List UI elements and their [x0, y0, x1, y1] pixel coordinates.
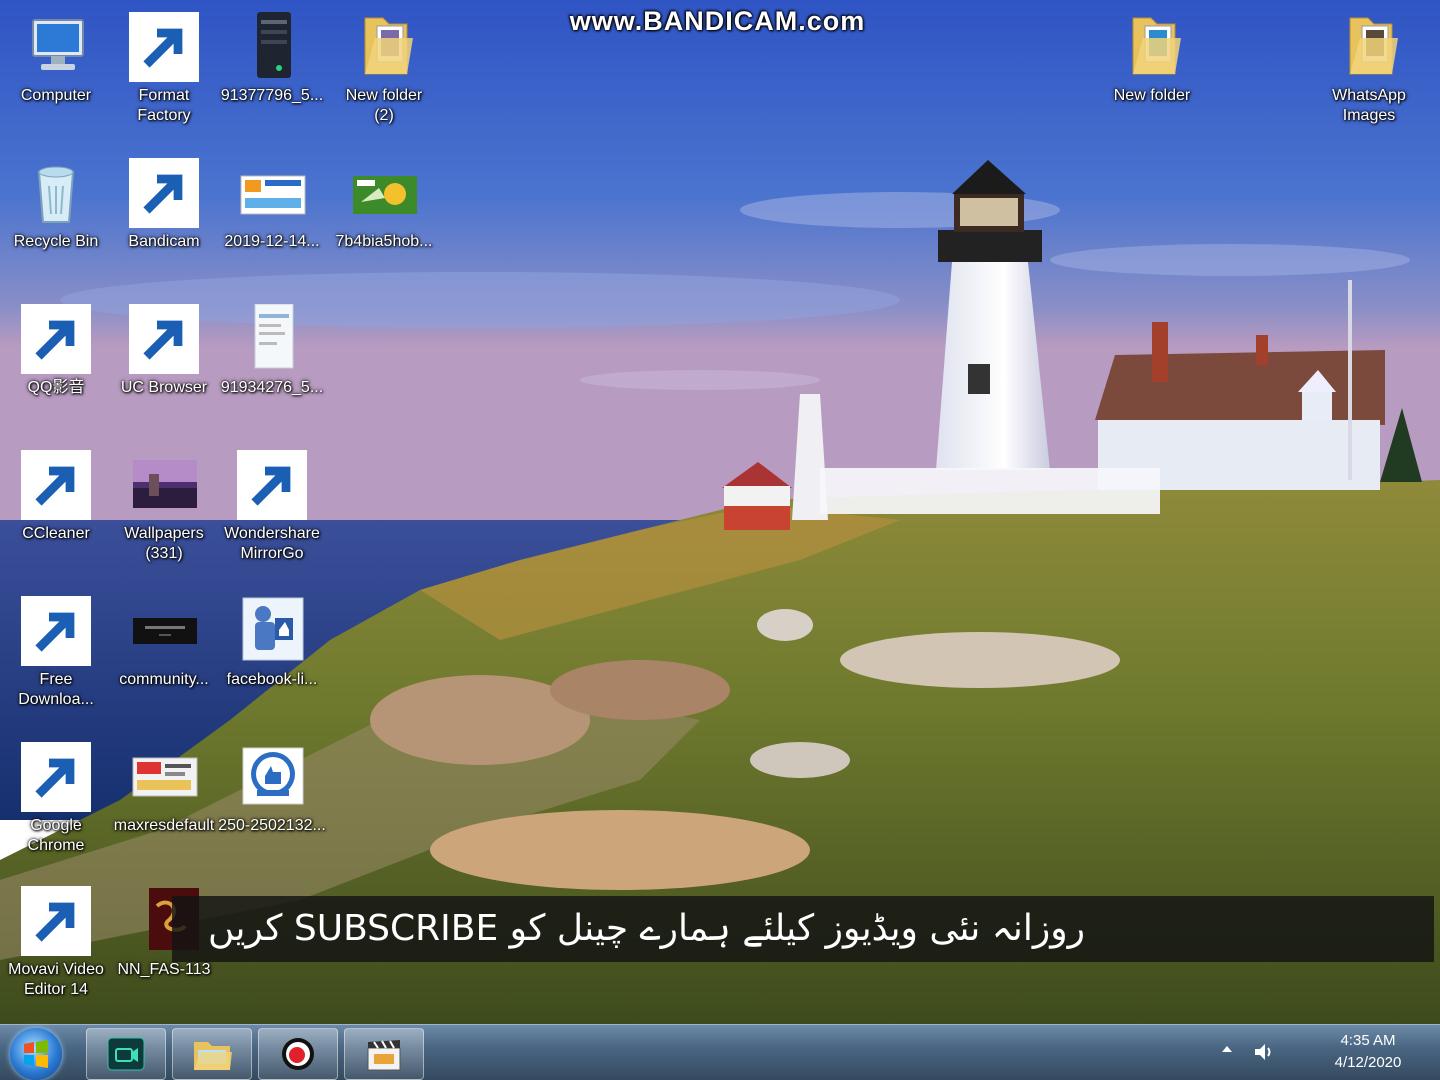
ccleaner-icon	[21, 450, 91, 520]
desktop-icon-whatsapp-images[interactable]: WhatsApp Images	[1313, 12, 1425, 126]
desktop-icon-facebook[interactable]: facebook-li...	[216, 596, 328, 690]
desktop-icon-community[interactable]: community...	[108, 596, 220, 690]
desktop-icon-bandicam[interactable]: Bandicam	[108, 158, 220, 252]
clock-time: 4:35 AM	[1340, 1032, 1396, 1049]
desktop-icon-label: 7b4bia5hob...	[335, 233, 433, 250]
format-factory-icon	[129, 12, 199, 82]
uc-browser-icon	[129, 304, 199, 374]
desktop-icon-label: WhatsApp Images	[1332, 87, 1406, 124]
desktop-icon-label: CCleaner	[22, 525, 90, 542]
desktop-icon-image-2019[interactable]: 2019-12-14...	[216, 158, 328, 252]
video-clapper-icon	[367, 1040, 401, 1071]
shortcut-arrow-icon	[129, 158, 199, 228]
subscribe-banner-text: روزانہ نئی ویڈیوز کیلئے ہمارے چینل کو SU…	[208, 908, 1085, 949]
volume-icon[interactable]	[1252, 1040, 1276, 1064]
desktop-icon-label: 2019-12-14...	[224, 233, 320, 250]
taskbar	[0, 1024, 1440, 1080]
explorer-icon	[194, 1042, 232, 1070]
desktop-icon-google-chrome[interactable]: Google Chrome	[0, 742, 112, 856]
image-thumbnail-icon	[129, 742, 199, 812]
desktop-icon-label: 91377796_5...	[220, 87, 324, 104]
desktop-icon-wondershare[interactable]: Wondershare MirrorGo	[216, 450, 328, 564]
desktop-icon-label: Free Downloa...	[18, 671, 94, 708]
clock-date: 4/12/2020	[1334, 1054, 1402, 1071]
taskbar-clock[interactable]: 4:35 AM 4/12/2020	[1318, 1030, 1418, 1074]
shortcut-arrow-icon	[21, 304, 91, 374]
folder-icon	[1117, 12, 1187, 82]
shortcut-arrow-icon	[129, 12, 199, 82]
desktop-icon-format-factory[interactable]: Format Factory	[108, 12, 220, 126]
desktop-icon-label: maxresdefault	[113, 817, 215, 834]
shortcut-arrow-icon	[21, 450, 91, 520]
image-thumbnail-icon	[237, 12, 307, 82]
desktop-icon-label: Format Factory	[137, 87, 191, 124]
image-thumbnail-icon	[129, 596, 199, 666]
shortcut-arrow-icon	[129, 304, 199, 374]
desktop-icon-label: New folder (2)	[345, 87, 423, 124]
desktop-icon-label: NN_FAS-113	[117, 961, 211, 978]
wondershare-mirrorgo-icon	[237, 450, 307, 520]
recycle-bin-icon	[21, 158, 91, 228]
folder-icon	[1334, 12, 1404, 82]
folder-icon	[349, 12, 419, 82]
movavi-icon	[107, 1037, 145, 1071]
desktop-icon-label: Wondershare MirrorGo	[224, 525, 320, 562]
image-thumbnail-icon	[349, 158, 419, 228]
desktop-icon-wallpapers[interactable]: Wallpapers (331)	[108, 450, 220, 564]
desktop-icon-label: Wallpapers (331)	[124, 525, 204, 562]
desktop-icon-movavi[interactable]: Movavi Video Editor 14	[0, 886, 112, 1000]
desktop-icon-computer[interactable]: Computer	[0, 12, 112, 106]
desktop-icon-label: Google Chrome	[27, 817, 85, 854]
desktop-icon-label: Computer	[20, 87, 92, 104]
taskbar-button-explorer[interactable]	[172, 1028, 252, 1080]
movavi-video-editor-icon	[21, 886, 91, 956]
desktop-icon-file-91377796[interactable]: 91377796_5...	[216, 12, 328, 106]
desktop-icon-image-7b4[interactable]: 7b4bia5hob...	[328, 158, 440, 252]
start-button[interactable]	[10, 1028, 62, 1080]
qq-player-icon	[21, 304, 91, 374]
wallpaper-thumbnail-icon	[129, 450, 199, 520]
desktop-icon-file-250[interactable]: 250-2502132...	[216, 742, 328, 836]
show-hidden-icons-arrow[interactable]	[1222, 1046, 1232, 1052]
taskbar-button-movavi[interactable]	[86, 1028, 166, 1080]
computer-icon	[21, 12, 91, 82]
bandicam-watermark: www.BANDICAM.com	[569, 6, 866, 36]
desktop-icon-ccleaner[interactable]: CCleaner	[0, 450, 112, 544]
image-thumbnail-icon	[237, 742, 307, 812]
desktop-icon-file-91934276[interactable]: 91934276_5...	[216, 304, 328, 398]
desktop[interactable]: www.BANDICAM.com Computer Recycle Bin QQ…	[0, 0, 1440, 1080]
shortcut-arrow-icon	[21, 742, 91, 812]
image-thumbnail-icon	[237, 596, 307, 666]
desktop-icon-new-folder[interactable]: New folder	[1096, 12, 1208, 106]
desktop-icon-label: community...	[119, 671, 209, 688]
shortcut-arrow-icon	[237, 450, 307, 520]
desktop-icon-uc-browser[interactable]: UC Browser	[108, 304, 220, 398]
desktop-icon-new-folder-2[interactable]: New folder (2)	[328, 12, 440, 126]
taskbar-button-video[interactable]	[344, 1028, 424, 1080]
desktop-icon-label: Bandicam	[128, 233, 200, 250]
desktop-icon-label: Movavi Video Editor 14	[8, 961, 104, 998]
desktop-icon-maxresdefault[interactable]: maxresdefault	[108, 742, 220, 836]
desktop-icon-label: UC Browser	[120, 379, 208, 396]
desktop-icon-label: 250-2502132...	[218, 817, 326, 834]
shortcut-arrow-icon	[21, 596, 91, 666]
bandicam-icon	[282, 1038, 314, 1070]
free-download-manager-icon	[21, 596, 91, 666]
desktop-icon-label: Recycle Bin	[13, 233, 99, 250]
desktop-icon-recycle-bin[interactable]: Recycle Bin	[0, 158, 112, 252]
desktop-icon-label: New folder	[1113, 87, 1191, 104]
subscribe-banner: روزانہ نئی ویڈیوز کیلئے ہمارے چینل کو SU…	[172, 896, 1434, 962]
desktop-icon-label: 91934276_5...	[220, 379, 324, 396]
desktop-icon-free-download[interactable]: Free Downloa...	[0, 596, 112, 710]
shortcut-arrow-icon	[21, 886, 91, 956]
image-thumbnail-icon	[237, 158, 307, 228]
bandicam-icon	[129, 158, 199, 228]
windows-logo-icon	[24, 1040, 48, 1068]
desktop-icon-label: QQ影音	[27, 379, 85, 396]
desktop-icon-label: facebook-li...	[226, 671, 318, 688]
desktop-icon-qq-player[interactable]: QQ影音	[0, 304, 112, 398]
chrome-icon	[21, 742, 91, 812]
taskbar-button-bandicam[interactable]	[258, 1028, 338, 1080]
image-thumbnail-icon	[237, 304, 307, 374]
